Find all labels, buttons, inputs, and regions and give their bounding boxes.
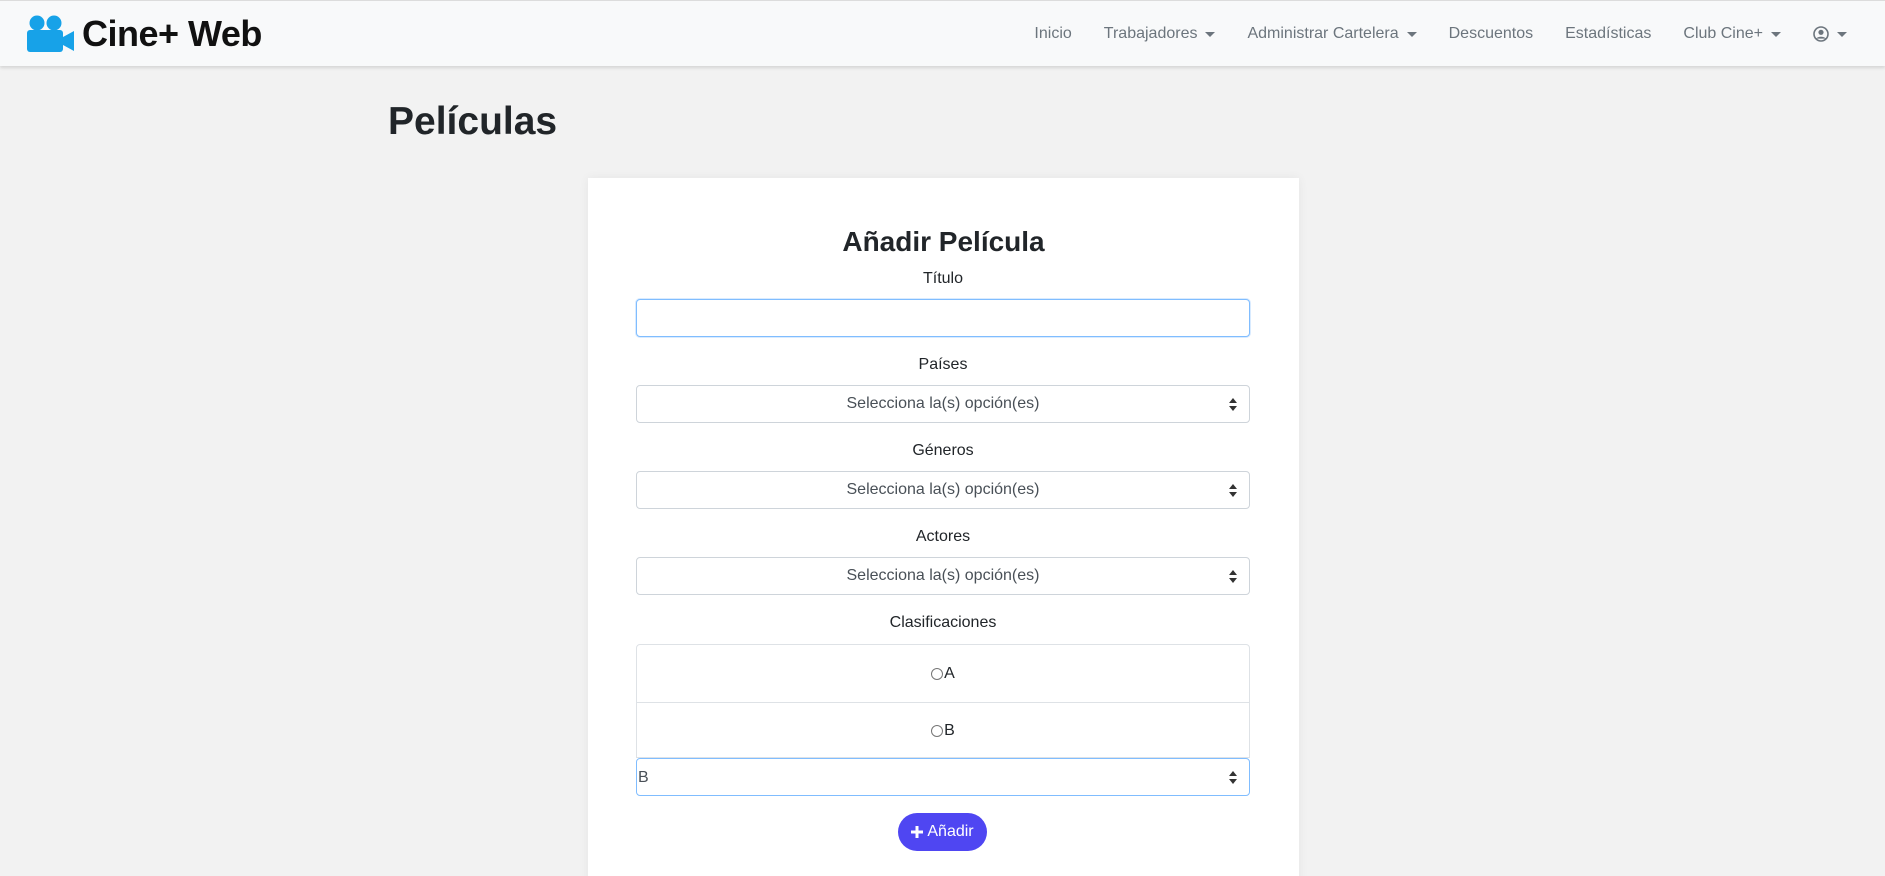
radio-option-a[interactable]: A — [637, 645, 1249, 702]
select-arrows-icon — [1229, 484, 1237, 498]
nav-menu: Inicio Trabajadores Administrar Carteler… — [1018, 1, 1863, 67]
nav-item-inicio[interactable]: Inicio — [1018, 25, 1087, 43]
paises-placeholder: Selecciona la(s) opción(es) — [846, 395, 1040, 412]
add-movie-button[interactable]: Añadir — [898, 813, 987, 851]
nav-item-descuentos[interactable]: Descuentos — [1433, 25, 1550, 43]
user-circle-icon — [1813, 26, 1829, 42]
brand-logo[interactable]: Cine+ Web — [26, 13, 262, 54]
generos-select[interactable]: Selecciona la(s) opción(es) — [636, 471, 1250, 509]
paises-label: Países — [918, 356, 968, 373]
nav-item-label: Estadísticas — [1565, 25, 1652, 42]
clasificacion-selected-value: B — [638, 769, 649, 786]
radio-button[interactable] — [931, 725, 944, 737]
caret-down-icon — [1771, 31, 1781, 37]
nav-item-label: Administrar Cartelera — [1247, 25, 1399, 42]
titulo-input[interactable] — [636, 299, 1250, 337]
video-camera-icon — [27, 15, 74, 52]
clasificacion-select[interactable]: B — [636, 758, 1250, 796]
titulo-label: Título — [922, 270, 963, 287]
caret-down-icon — [1837, 31, 1847, 37]
caret-down-icon — [1406, 31, 1417, 37]
top-navbar: Cine+ Web Inicio Trabajadores Administra… — [0, 0, 1885, 66]
nav-item-club-cine[interactable]: Club Cine+ — [1667, 25, 1797, 43]
nav-item-trabajadores[interactable]: Trabajadores — [1088, 25, 1232, 43]
nav-item-administrar-cartelera[interactable]: Administrar Cartelera — [1231, 25, 1432, 43]
generos-placeholder: Selecciona la(s) opción(es) — [846, 481, 1040, 498]
select-arrows-icon — [1229, 570, 1237, 584]
plus-icon — [911, 826, 924, 838]
nav-item-estadisticas[interactable]: Estadísticas — [1549, 25, 1667, 43]
radio-button[interactable] — [931, 667, 944, 680]
nav-item-label: Inicio — [1034, 25, 1072, 42]
clasificaciones-radio-list: A B — [636, 644, 1250, 758]
user-menu[interactable] — [1797, 26, 1863, 42]
add-button-label: Añadir — [927, 823, 974, 840]
actores-label: Actores — [915, 528, 971, 545]
nav-item-label: Descuentos — [1448, 25, 1534, 42]
nav-item-label: Club Cine+ — [1683, 25, 1763, 42]
caret-down-icon — [1205, 31, 1216, 37]
paises-select[interactable]: Selecciona la(s) opción(es) — [636, 385, 1250, 423]
nav-item-label: Trabajadores — [1103, 25, 1198, 42]
actores-select[interactable]: Selecciona la(s) opción(es) — [636, 557, 1250, 595]
brand-name: Cine+ Web — [82, 13, 262, 54]
select-arrows-icon — [1229, 398, 1237, 412]
radio-option-b[interactable]: B — [637, 702, 1249, 759]
radio-option-label: A — [944, 664, 955, 682]
select-arrows-icon — [1229, 771, 1237, 785]
page-title: Películas — [388, 100, 558, 143]
generos-label: Géneros — [912, 442, 974, 459]
clasificaciones-label: Clasificaciones — [889, 614, 997, 631]
radio-option-label: B — [944, 722, 955, 739]
form-title: Añadir Película — [588, 226, 1299, 258]
actores-placeholder: Selecciona la(s) opción(es) — [846, 567, 1040, 584]
form-title-text: Añadir Película — [842, 226, 1045, 257]
